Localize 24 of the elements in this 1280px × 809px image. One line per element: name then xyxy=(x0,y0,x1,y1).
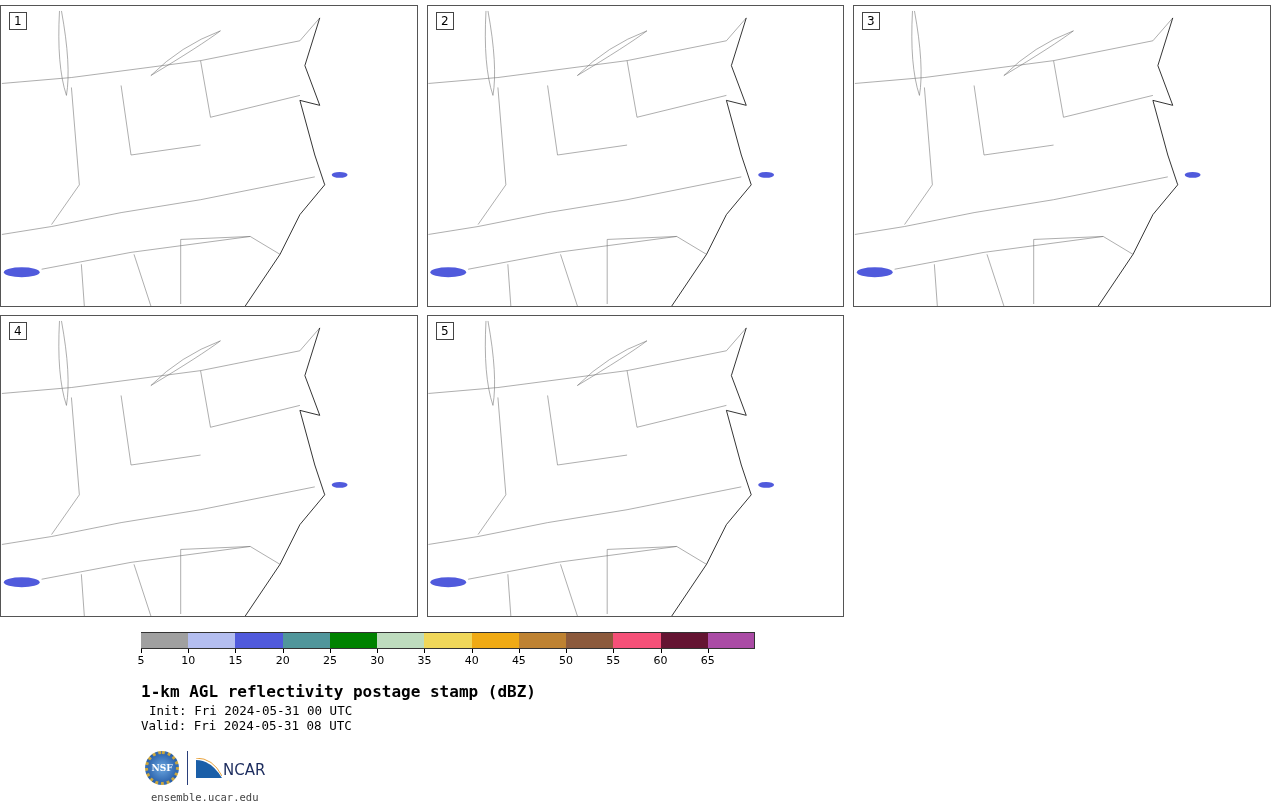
chart-title: 1-km AGL reflectivity postage stamp (dBZ) xyxy=(141,682,537,701)
tick-label: 25 xyxy=(322,654,337,667)
tick-label: 10 xyxy=(181,654,196,667)
nsf-logo: NSF xyxy=(145,751,179,785)
tick-label: 50 xyxy=(559,654,574,667)
panel-number: 5 xyxy=(436,322,454,340)
tick-label: 40 xyxy=(464,654,479,667)
tick-label: 60 xyxy=(653,654,668,667)
valid-time: Valid: Fri 2024-05-31 08 UTC xyxy=(141,718,353,733)
panel-number: 2 xyxy=(436,12,454,30)
panel-number: 4 xyxy=(9,322,27,340)
tick-label: 20 xyxy=(275,654,290,667)
tick-label: 5 xyxy=(137,654,145,667)
site-url: ensemble.ucar.edu xyxy=(151,791,260,803)
tick-label: 65 xyxy=(700,654,715,667)
tick-label: 30 xyxy=(370,654,385,667)
ncar-logo: NCAR xyxy=(196,758,266,778)
panel-number: 1 xyxy=(9,12,27,30)
tick-label: 15 xyxy=(228,654,243,667)
panel-number: 3 xyxy=(862,12,880,30)
tick-label: 45 xyxy=(511,654,526,667)
init-time: Init: Fri 2024-05-31 00 UTC xyxy=(148,703,354,718)
tick-label: 55 xyxy=(606,654,621,667)
tick-label: 35 xyxy=(417,654,432,667)
